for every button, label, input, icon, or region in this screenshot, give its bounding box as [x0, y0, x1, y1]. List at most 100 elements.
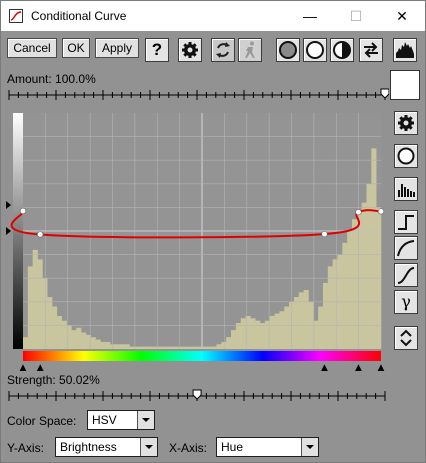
- side-settings-button[interactable]: [394, 111, 418, 135]
- curve-step-button[interactable]: [394, 210, 418, 234]
- channel-marker[interactable]: ▲: [321, 363, 328, 371]
- x-axis-select[interactable]: Hue: [216, 437, 319, 457]
- ok-button[interactable]: OK: [62, 38, 90, 58]
- histogram-bin: [177, 346, 183, 349]
- hue-gradient-bar: [23, 351, 381, 361]
- histogram-bin: [119, 344, 125, 349]
- histogram-bin: [47, 297, 53, 349]
- curve-graph[interactable]: ▲ ▲ ▲ ▲ ▲: [6, 113, 388, 371]
- histogram-bin: [361, 202, 367, 349]
- color-swatch[interactable]: [390, 70, 420, 100]
- close-icon: ✕: [396, 8, 408, 24]
- histogram-bin: [187, 346, 193, 349]
- window-title: Conditional Curve: [31, 9, 127, 23]
- up-down-icon: [400, 329, 412, 347]
- histogram-bin: [245, 315, 251, 349]
- curve-control-point[interactable]: [19, 207, 27, 215]
- histogram-bin: [250, 318, 256, 349]
- close-button[interactable]: ✕: [379, 1, 425, 31]
- strength-slider-thumb[interactable]: [192, 389, 202, 400]
- gamma-icon: γ: [401, 292, 411, 311]
- histogram-bin: [318, 306, 324, 349]
- side-histogram-button[interactable]: [394, 177, 418, 201]
- mode-white-button[interactable]: [303, 38, 327, 62]
- swap-button[interactable]: [359, 38, 383, 62]
- cancel-button[interactable]: Cancel: [7, 38, 57, 58]
- histogram-bin: [356, 212, 362, 349]
- histogram-bin: [327, 266, 333, 349]
- histogram-bin: [235, 323, 242, 349]
- histogram-bin: [211, 346, 217, 349]
- curve-control-point[interactable]: [321, 230, 328, 238]
- swap-icon: [364, 42, 378, 58]
- settings-button[interactable]: [178, 38, 202, 62]
- histogram-bin: [293, 297, 300, 349]
- histogram-bin: [284, 306, 290, 349]
- histogram-bin: [71, 330, 77, 349]
- strength-slider[interactable]: [7, 387, 389, 405]
- amount-slider[interactable]: [7, 86, 389, 104]
- histogram-bin: [158, 346, 164, 349]
- amount-slider-thumb[interactable]: [380, 88, 389, 99]
- channel-marker[interactable]: ▲: [37, 363, 44, 371]
- histogram-bin: [114, 344, 121, 349]
- histogram-bin: [153, 346, 159, 349]
- curve-step-icon: [398, 215, 414, 230]
- mode-half-button[interactable]: [330, 38, 354, 62]
- up-down-button[interactable]: [394, 326, 418, 350]
- histogram-bin: [279, 311, 285, 349]
- conditional-curve-window: Conditional Curve — ☐ ✕ Cancel OK Apply …: [0, 0, 426, 463]
- histogram-bin: [37, 259, 43, 349]
- preview-button[interactable]: [238, 38, 262, 62]
- apply-button[interactable]: Apply: [95, 38, 139, 58]
- histogram-icon: [398, 184, 415, 197]
- histogram-bin: [42, 278, 48, 349]
- channel-marker[interactable]: ▲: [20, 363, 27, 371]
- histogram-bin: [27, 266, 33, 349]
- refresh-button[interactable]: [211, 38, 235, 62]
- strength-label: Strength: 50.02%: [7, 373, 100, 387]
- side-circle-button[interactable]: [394, 144, 418, 168]
- curve-log-button[interactable]: [394, 236, 418, 260]
- color-space-select[interactable]: HSV: [87, 410, 155, 430]
- y-axis-value: Brightness: [60, 440, 117, 454]
- gamma-button[interactable]: γ: [394, 290, 418, 314]
- half-circle-icon: [333, 41, 351, 59]
- y-axis-select[interactable]: Brightness: [55, 437, 158, 457]
- histogram-bin: [322, 282, 329, 349]
- histogram-bin: [61, 320, 67, 349]
- histogram-bin: [95, 339, 101, 349]
- curve-s-button[interactable]: [394, 263, 418, 287]
- left-marker-upper[interactable]: [6, 201, 11, 209]
- minimize-button[interactable]: —: [287, 1, 333, 31]
- histogram-bin: [32, 249, 38, 349]
- title-bar: Conditional Curve — ☐ ✕: [1, 1, 425, 31]
- curve-log-icon: [397, 240, 415, 257]
- gear-icon: [398, 115, 414, 131]
- curve-control-point[interactable]: [377, 208, 385, 215]
- histogram-bin: [148, 346, 154, 349]
- y-axis-label: Y-Axis:: [7, 441, 44, 455]
- histogram-bin: [163, 346, 169, 349]
- amount-value: 100.0%: [55, 72, 96, 86]
- left-marker-lower[interactable]: [6, 227, 11, 235]
- maximize-button[interactable]: ☐: [333, 1, 379, 31]
- strength-value: 50.02%: [59, 373, 100, 387]
- histogram-bin: [221, 341, 227, 349]
- color-space-label: Color Space:: [7, 414, 77, 428]
- channel-marker[interactable]: ▲: [378, 363, 385, 371]
- histogram-bin: [143, 346, 150, 349]
- mode-dark-button[interactable]: [276, 38, 300, 62]
- histogram-view-button[interactable]: [393, 38, 417, 62]
- histogram-bin: [371, 148, 377, 349]
- curve-control-point[interactable]: [355, 209, 362, 216]
- help-icon: ?: [151, 40, 163, 59]
- histogram-bin: [303, 290, 309, 349]
- channel-marker[interactable]: ▲: [355, 363, 362, 371]
- help-button[interactable]: ?: [145, 38, 169, 62]
- color-space-value: HSV: [92, 413, 117, 427]
- chevron-down-icon: [140, 438, 157, 456]
- curve-control-point[interactable]: [37, 231, 44, 238]
- histogram-bin: [226, 337, 232, 349]
- histogram-bin: [81, 332, 87, 349]
